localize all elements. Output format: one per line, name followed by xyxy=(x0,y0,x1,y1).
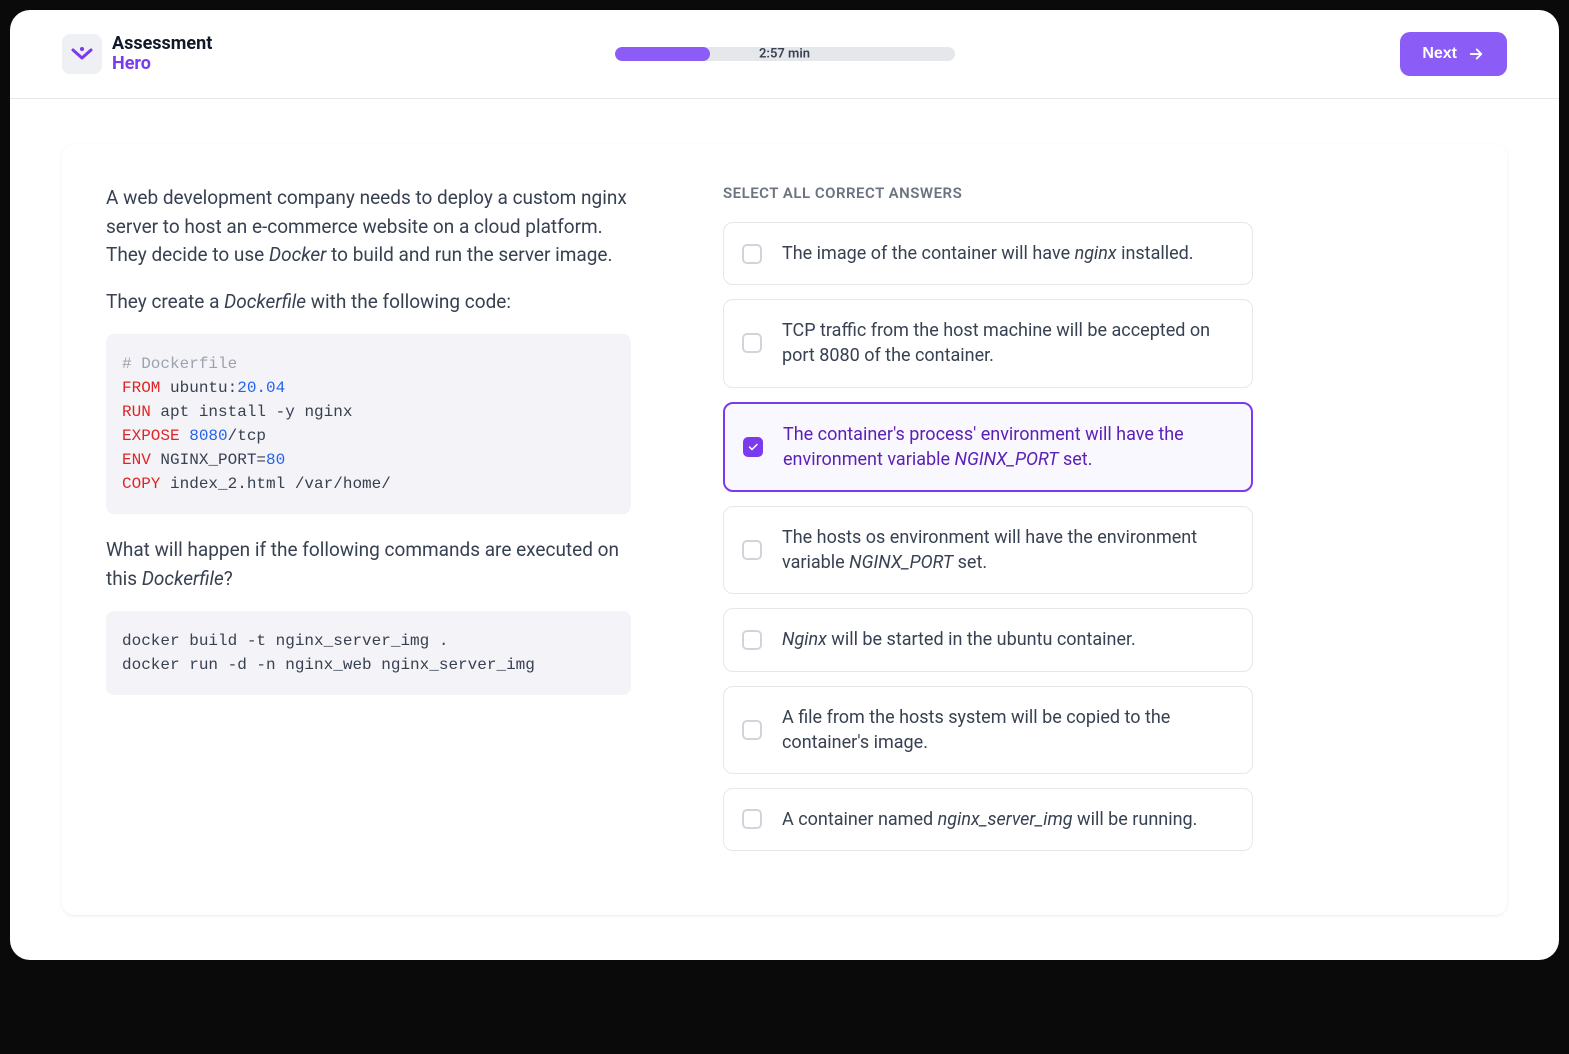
answer-option-3[interactable]: The hosts os environment will have the e… xyxy=(723,506,1253,594)
answer-text: A container named nginx_server_img will … xyxy=(782,807,1197,832)
answers-header: SELECT ALL CORRECT ANSWERS xyxy=(723,184,1253,202)
answer-option-6[interactable]: A container named nginx_server_img will … xyxy=(723,788,1253,851)
logo-text: Assessment Hero xyxy=(112,34,212,74)
answer-text: The image of the container will have ngi… xyxy=(782,241,1194,266)
next-button-label: Next xyxy=(1422,45,1457,63)
answer-option-2[interactable]: The container's process' environment wil… xyxy=(723,402,1253,492)
code-block-commands: docker build -t nginx_server_img . docke… xyxy=(106,611,631,695)
checkbox-icon xyxy=(742,244,762,264)
answer-text: A file from the hosts system will be cop… xyxy=(782,705,1234,755)
progress-bar: 2:57 min xyxy=(615,47,955,61)
answer-text: TCP traffic from the host machine will b… xyxy=(782,318,1234,368)
checkbox-icon xyxy=(743,437,763,457)
header: Assessment Hero 2:57 min Next xyxy=(10,10,1559,99)
arrow-right-icon xyxy=(1467,45,1485,63)
logo: Assessment Hero xyxy=(62,34,212,74)
question-card: A web development company needs to deplo… xyxy=(62,144,1507,915)
brand-line2: Hero xyxy=(112,54,212,74)
answer-option-1[interactable]: TCP traffic from the host machine will b… xyxy=(723,299,1253,387)
timer-label: 2:57 min xyxy=(759,47,810,61)
answer-option-0[interactable]: The image of the container will have ngi… xyxy=(723,222,1253,285)
question-pane: A web development company needs to deplo… xyxy=(106,184,631,865)
checkbox-icon xyxy=(742,333,762,353)
progress-fill xyxy=(615,47,710,61)
checkbox-icon xyxy=(742,630,762,650)
answer-text: Nginx will be started in the ubuntu cont… xyxy=(782,627,1136,652)
answer-option-5[interactable]: A file from the hosts system will be cop… xyxy=(723,686,1253,774)
question-para-1: A web development company needs to deplo… xyxy=(106,184,631,270)
logo-icon xyxy=(62,34,102,74)
answer-option-4[interactable]: Nginx will be started in the ubuntu cont… xyxy=(723,608,1253,671)
question-para-2: They create a Dockerfile with the follow… xyxy=(106,288,631,317)
checkbox-icon xyxy=(742,540,762,560)
next-button[interactable]: Next xyxy=(1400,32,1507,76)
checkbox-icon xyxy=(742,720,762,740)
brand-line1: Assessment xyxy=(112,34,212,54)
answer-text: The hosts os environment will have the e… xyxy=(782,525,1234,575)
checkbox-icon xyxy=(742,809,762,829)
code-block-dockerfile: # Dockerfile FROM ubuntu:20.04 RUN apt i… xyxy=(106,334,631,514)
answers-pane: SELECT ALL CORRECT ANSWERS The image of … xyxy=(723,184,1253,865)
question-para-3: What will happen if the following comman… xyxy=(106,536,631,593)
answer-text: The container's process' environment wil… xyxy=(783,422,1233,472)
